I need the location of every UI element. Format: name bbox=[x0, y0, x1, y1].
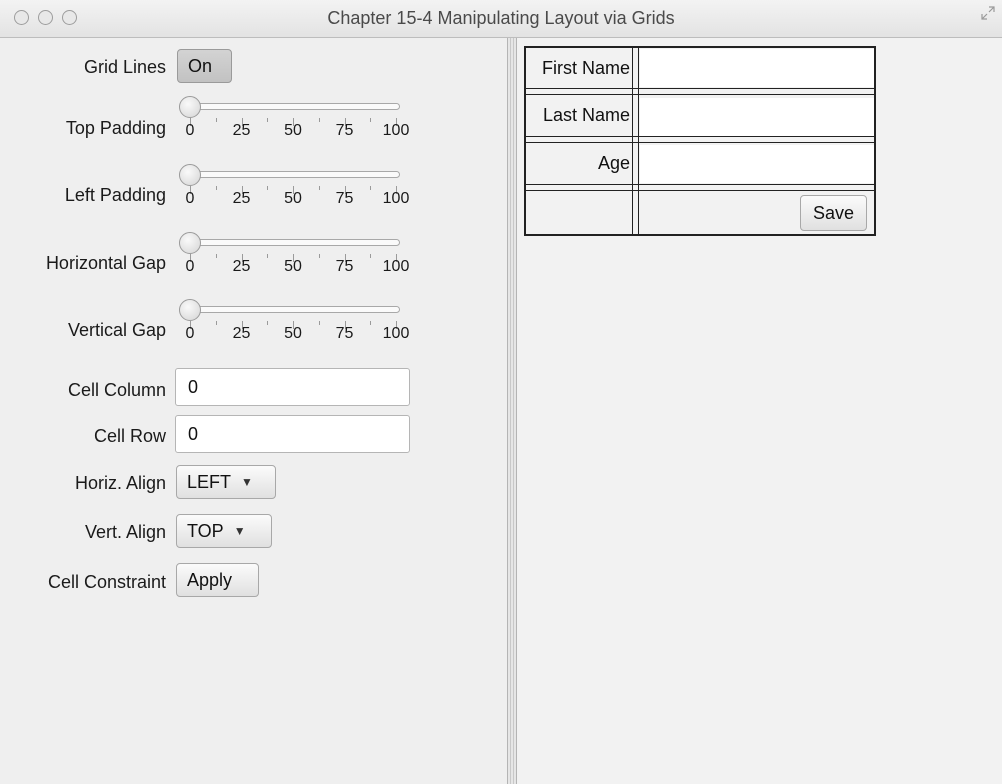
slider-tick bbox=[370, 321, 372, 325]
slider-tick bbox=[318, 254, 320, 258]
slider-thumb[interactable] bbox=[179, 299, 201, 321]
vertical-gap-slider[interactable]: 0 25 50 75 100 bbox=[178, 299, 418, 349]
grid-line bbox=[526, 88, 874, 89]
slider-tick-label: 25 bbox=[232, 325, 251, 342]
slider-tick-label: 0 bbox=[185, 190, 195, 207]
cell-constraint-label: Cell Constraint bbox=[47, 572, 166, 592]
slider-tick-label: 50 bbox=[284, 325, 302, 342]
slider-thumb[interactable] bbox=[179, 96, 201, 118]
fullscreen-icon[interactable] bbox=[980, 5, 996, 21]
chevron-down-icon: ▼ bbox=[241, 475, 253, 489]
grid-line bbox=[638, 48, 639, 234]
grid-lines-label: Grid Lines bbox=[83, 57, 166, 77]
vertical-gap-label: Vertical Gap bbox=[67, 320, 166, 340]
split-divider[interactable] bbox=[507, 38, 517, 784]
age-label: Age bbox=[597, 153, 630, 173]
grid-line bbox=[526, 184, 874, 185]
first-name-label: First Name bbox=[541, 58, 630, 78]
slider-track[interactable] bbox=[186, 171, 400, 178]
slider-tick bbox=[215, 321, 217, 325]
slider-tick-label: 100 bbox=[382, 258, 410, 275]
slider-track[interactable] bbox=[186, 306, 400, 313]
slider-tick-label: 25 bbox=[232, 190, 251, 207]
left-padding-label: Left Padding bbox=[64, 185, 166, 205]
slider-tick bbox=[318, 321, 320, 325]
save-button[interactable]: Save bbox=[800, 195, 868, 231]
slider-tick-label: 0 bbox=[185, 122, 195, 139]
last-name-label: Last Name bbox=[542, 105, 630, 125]
horiz-align-label: Horiz. Align bbox=[74, 473, 166, 493]
horizontal-gap-slider[interactable]: 0 25 50 75 100 bbox=[178, 232, 418, 282]
horiz-align-value: LEFT bbox=[187, 471, 232, 492]
slider-tick bbox=[370, 254, 372, 258]
slider-thumb[interactable] bbox=[179, 164, 201, 186]
vert-align-label: Vert. Align bbox=[84, 522, 166, 542]
slider-tick-label: 100 bbox=[382, 325, 410, 342]
slider-tick bbox=[267, 118, 269, 122]
grid-line bbox=[632, 48, 633, 234]
age-field[interactable] bbox=[640, 145, 874, 183]
vert-align-value: TOP bbox=[187, 520, 224, 541]
slider-tick-label: 50 bbox=[284, 258, 302, 275]
slider-tick bbox=[215, 118, 217, 122]
grid-line bbox=[526, 142, 874, 143]
slider-tick-label: 0 bbox=[185, 258, 195, 275]
grid-line bbox=[526, 190, 874, 191]
last-name-field[interactable] bbox=[640, 98, 874, 136]
slider-track[interactable] bbox=[186, 239, 400, 246]
slider-tick-label: 75 bbox=[335, 190, 354, 207]
slider-tick-label: 25 bbox=[232, 122, 251, 139]
slider-tick-label: 25 bbox=[232, 258, 251, 275]
slider-tick bbox=[215, 254, 217, 258]
apply-button[interactable]: Apply bbox=[176, 563, 259, 597]
slider-tick-label: 100 bbox=[382, 122, 410, 139]
slider-tick bbox=[267, 186, 269, 190]
vert-align-select[interactable]: TOP ▼ bbox=[176, 514, 272, 548]
slider-track[interactable] bbox=[186, 103, 400, 110]
cell-row-field[interactable]: 0 bbox=[175, 415, 410, 453]
slider-tick-label: 100 bbox=[382, 190, 410, 207]
slider-tick bbox=[267, 321, 269, 325]
horiz-align-select[interactable]: LEFT ▼ bbox=[176, 465, 276, 499]
divider-grip[interactable] bbox=[510, 38, 514, 784]
slider-tick-label: 75 bbox=[335, 325, 354, 342]
slider-tick-label: 75 bbox=[335, 258, 354, 275]
slider-tick bbox=[370, 118, 372, 122]
grid-line bbox=[526, 94, 874, 95]
grid-line bbox=[526, 136, 874, 137]
apply-button-label: Apply bbox=[187, 569, 233, 590]
chevron-down-icon: ▼ bbox=[233, 524, 246, 538]
grid-lines-toggle-label: On bbox=[188, 55, 213, 76]
top-padding-slider[interactable]: 0 25 50 75 100 bbox=[178, 96, 418, 146]
slider-tick bbox=[318, 118, 320, 122]
grid-lines-toggle[interactable]: On bbox=[177, 49, 232, 83]
slider-tick bbox=[215, 186, 217, 190]
left-padding-slider[interactable]: 0 25 50 75 100 bbox=[178, 164, 418, 214]
slider-tick-label: 75 bbox=[335, 122, 354, 139]
horizontal-gap-label: Horizontal Gap bbox=[45, 253, 166, 273]
slider-tick bbox=[318, 186, 320, 190]
slider-tick bbox=[370, 186, 372, 190]
slider-tick-label: 0 bbox=[185, 325, 195, 342]
cell-column-label: Cell Column bbox=[67, 380, 166, 400]
cell-column-field[interactable]: 0 bbox=[175, 368, 410, 406]
window-title: Chapter 15-4 Manipulating Layout via Gri… bbox=[327, 8, 675, 28]
first-name-field[interactable] bbox=[640, 49, 874, 87]
slider-tick-label: 50 bbox=[284, 122, 302, 139]
app-window: Chapter 15-4 Manipulating Layout via Gri… bbox=[0, 0, 1002, 784]
slider-tick bbox=[267, 254, 269, 258]
controls-pane bbox=[0, 38, 507, 784]
cell-row-label: Cell Row bbox=[93, 426, 166, 446]
title-bar: Chapter 15-4 Manipulating Layout via Gri… bbox=[0, 0, 1002, 38]
top-padding-label: Top Padding bbox=[65, 118, 166, 138]
slider-thumb[interactable] bbox=[179, 232, 201, 254]
save-button-label: Save bbox=[813, 202, 855, 223]
slider-tick-label: 50 bbox=[284, 190, 302, 207]
